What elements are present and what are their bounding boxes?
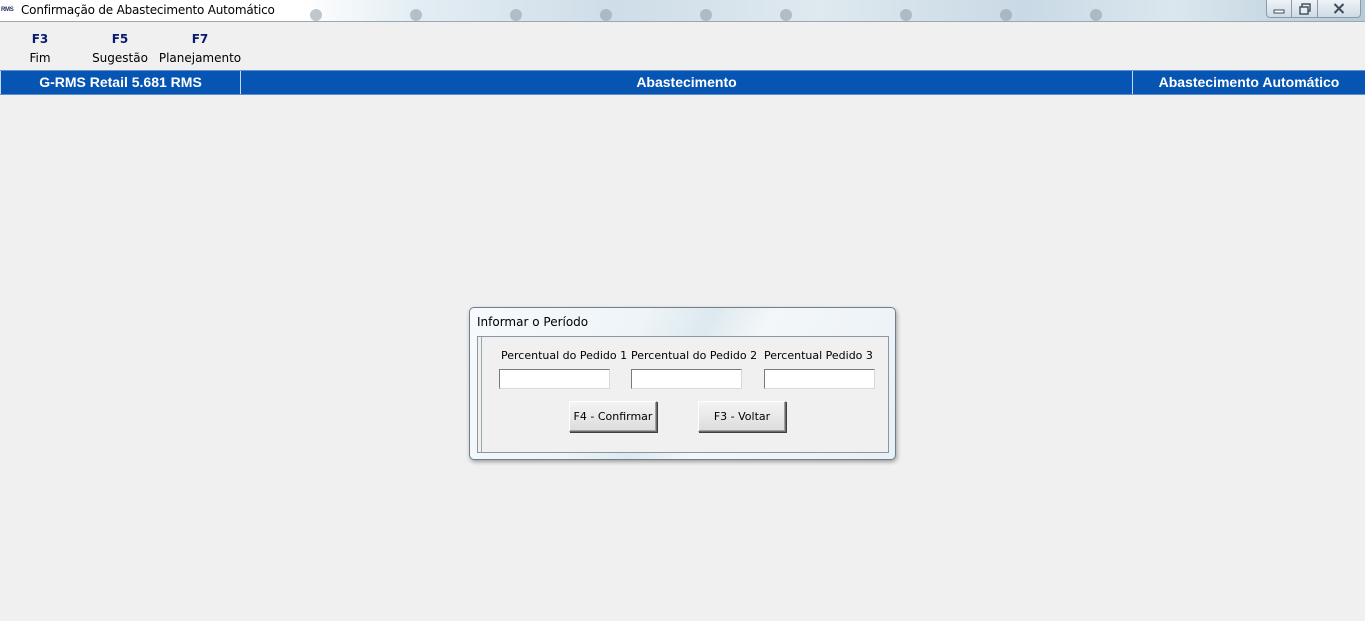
window-controls <box>1266 0 1361 18</box>
title-bar-decoration <box>260 0 1180 22</box>
dialog-group: Percentual do Pedido 1 Percentual do Ped… <box>481 337 888 452</box>
app-icon: RMS <box>1 7 14 13</box>
close-icon <box>1333 3 1345 14</box>
order-percent-3-label: Percentual Pedido 3 <box>764 349 873 362</box>
minimize-icon <box>1273 9 1285 13</box>
title-bar[interactable]: RMS Confirmação de Abastecimento Automát… <box>0 0 1365 22</box>
dialog-title: Informar o Período <box>477 315 589 329</box>
order-percent-1-label: Percentual do Pedido 1 <box>501 349 628 362</box>
function-key-code: F3 <box>31 32 49 46</box>
function-key-code: F7 <box>191 32 209 46</box>
function-key-f7[interactable]: F7 Planejamento <box>158 31 242 67</box>
restore-button[interactable] <box>1292 0 1318 18</box>
order-percent-2-label: Percentual do Pedido 2 <box>631 349 758 362</box>
close-button[interactable] <box>1318 0 1361 18</box>
order-percent-2-input[interactable] <box>631 369 742 389</box>
confirm-button[interactable]: F4 - Confirmar <box>569 401 657 432</box>
minimize-button[interactable] <box>1266 0 1292 18</box>
screen-name: Abastecimento Automático <box>1132 71 1365 94</box>
order-percent-1-input[interactable] <box>499 369 610 389</box>
function-key-label: Sugestão <box>92 51 148 65</box>
function-key-code: F5 <box>111 32 129 46</box>
function-key-label: Planejamento <box>158 51 242 65</box>
header-bar: G-RMS Retail 5.681 RMS Abastecimento Aba… <box>0 70 1365 95</box>
dialog-body: Percentual do Pedido 1 Percentual do Ped… <box>477 336 889 453</box>
function-key-f5[interactable]: F5 Sugestão <box>90 31 150 67</box>
maximize-icon <box>1298 2 1311 15</box>
function-key-label: Fim <box>29 51 51 65</box>
product-name: G-RMS Retail 5.681 RMS <box>0 71 241 94</box>
period-dialog: Informar o Período Percentual do Pedido … <box>469 307 896 460</box>
window-title: Confirmação de Abastecimento Automático <box>21 3 275 17</box>
function-key-f3[interactable]: F3 Fim <box>20 31 60 67</box>
module-name: Abastecimento <box>636 74 737 90</box>
back-button[interactable]: F3 - Voltar <box>698 401 786 432</box>
order-percent-3-input[interactable] <box>764 369 875 389</box>
